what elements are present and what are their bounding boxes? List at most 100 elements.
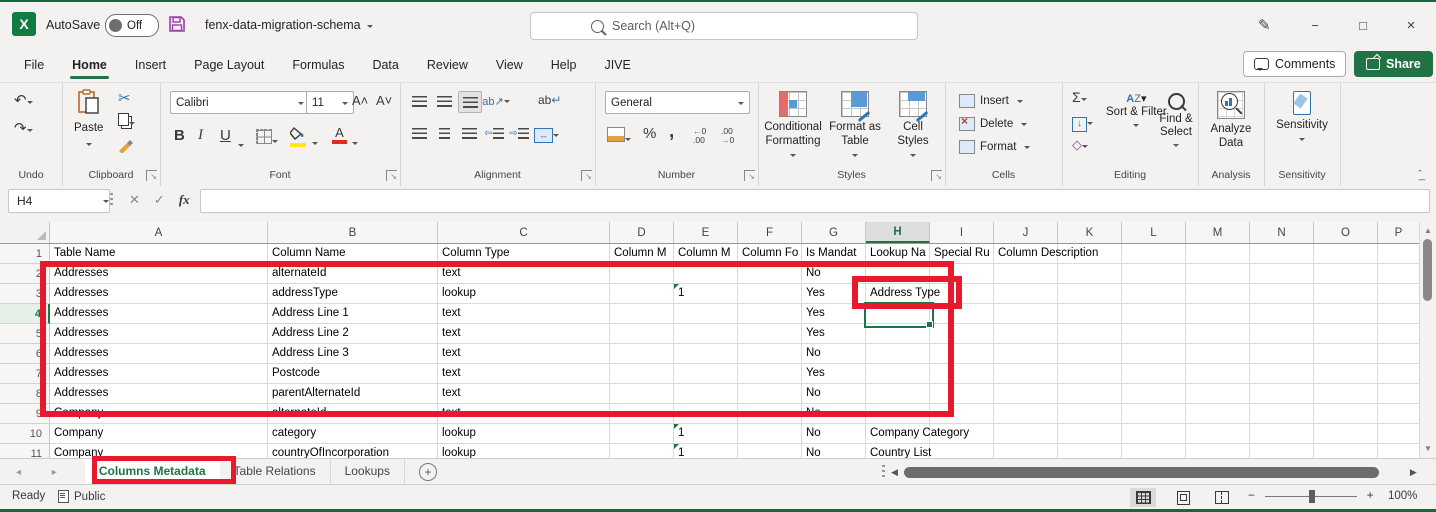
cell-L7[interactable] [1122,364,1186,384]
row-header-8[interactable]: 8 [0,384,50,404]
cell-E8[interactable] [674,384,738,404]
cell-J8[interactable] [994,384,1058,404]
cell-N5[interactable] [1250,324,1314,344]
cell-K8[interactable] [1058,384,1122,404]
cell-B2[interactable]: alternateId [268,264,438,284]
cell-J6[interactable] [994,344,1058,364]
cell-D8[interactable] [610,384,674,404]
cell-P3[interactable] [1378,284,1420,304]
cell-A6[interactable]: Addresses [50,344,268,364]
copy-button[interactable] [118,113,135,131]
cell-L11[interactable] [1122,444,1186,458]
bold-button[interactable]: B [174,127,185,144]
column-header-J[interactable]: J [994,222,1058,243]
cell-H11[interactable]: Country List [866,444,930,458]
cell-P9[interactable] [1378,404,1420,424]
cell-D5[interactable] [610,324,674,344]
cell-N6[interactable] [1250,344,1314,364]
cell-J1[interactable]: Column Description [994,244,1058,264]
cell-E11[interactable]: 1 [674,444,738,458]
align-center-button[interactable] [433,123,455,143]
clear-button[interactable]: ◇ [1072,137,1088,153]
fill-color-button[interactable] [290,127,306,147]
cell-E5[interactable] [674,324,738,344]
cell-G11[interactable]: No [802,444,866,458]
scroll-right-icon[interactable]: ▶ [1404,467,1423,478]
column-header-C[interactable]: C [438,222,610,243]
cell-J10[interactable] [994,424,1058,444]
cell-A8[interactable]: Addresses [50,384,268,404]
tab-page-layout[interactable]: Page Layout [180,48,278,81]
cell-K9[interactable] [1058,404,1122,424]
cell-O6[interactable] [1314,344,1378,364]
cancel-entry-icon[interactable]: ✕ [129,192,140,208]
cell-F5[interactable] [738,324,802,344]
cut-button[interactable]: ✂ [118,89,131,107]
orientation-button[interactable]: ab↗ [485,91,507,111]
cell-F6[interactable] [738,344,802,364]
scroll-left-icon[interactable]: ◀ [885,467,904,478]
increase-decimal-button[interactable]: ←0.00 [693,127,706,146]
cell-I7[interactable] [930,364,994,384]
bottom-align-button[interactable] [458,91,482,113]
cell-H6[interactable] [866,344,930,364]
cell-O8[interactable] [1314,384,1378,404]
cell-N3[interactable] [1250,284,1314,304]
cell-I5[interactable] [930,324,994,344]
vertical-scrollbar[interactable]: ▲ ▼ [1419,222,1436,458]
cell-N4[interactable] [1250,304,1314,324]
column-header-H[interactable]: H [866,222,930,243]
cell-A5[interactable]: Addresses [50,324,268,344]
cell-G7[interactable]: Yes [802,364,866,384]
cell-C3[interactable]: lookup [438,284,610,304]
close-button[interactable]: × [1396,12,1426,38]
conditional-formatting-button[interactable]: Conditional Formatting [762,91,824,162]
font-size-select[interactable]: 11 [306,91,354,114]
cell-H1[interactable]: Lookup Na [866,244,930,264]
cell-E3[interactable]: 1 [674,284,738,304]
cell-M8[interactable] [1186,384,1250,404]
find-select-button[interactable]: Find & Select [1154,93,1198,153]
align-right-button[interactable] [458,123,480,143]
zoom-out-icon[interactable]: − [1248,490,1255,502]
cell-P5[interactable] [1378,324,1420,344]
cell-G10[interactable]: No [802,424,866,444]
cell-O1[interactable] [1314,244,1378,264]
cell-B6[interactable]: Address Line 3 [268,344,438,364]
decrease-indent-button[interactable]: ⇦ [483,123,505,143]
cell-E2[interactable] [674,264,738,284]
cell-G2[interactable]: No [802,264,866,284]
row-header-7[interactable]: 7 [0,364,50,384]
cell-G6[interactable]: No [802,344,866,364]
cell-M6[interactable] [1186,344,1250,364]
cell-D9[interactable] [610,404,674,424]
row-header-4[interactable]: 4 [0,304,50,324]
underline-dropdown-icon[interactable] [238,135,244,153]
alignment-dialog-launcher[interactable]: ↘ [581,170,592,181]
namebox-resize-handle[interactable] [110,193,113,207]
cell-B7[interactable]: Postcode [268,364,438,384]
tab-help[interactable]: Help [537,48,591,81]
cell-N9[interactable] [1250,404,1314,424]
cell-P10[interactable] [1378,424,1420,444]
format-cells-button[interactable]: Format [959,135,1030,158]
zoom-slider[interactable] [1265,496,1357,497]
page-layout-view-button[interactable] [1170,488,1196,507]
cell-O2[interactable] [1314,264,1378,284]
row-header-3[interactable]: 3 [0,284,50,304]
column-header-I[interactable]: I [930,222,994,243]
row-header-11[interactable]: 11 [0,444,50,458]
cell-O3[interactable] [1314,284,1378,304]
cell-K4[interactable] [1058,304,1122,324]
cell-E1[interactable]: Column M [674,244,738,264]
format-painter-button[interactable] [118,139,134,158]
cell-M5[interactable] [1186,324,1250,344]
cell-K7[interactable] [1058,364,1122,384]
cell-I8[interactable] [930,384,994,404]
italic-button[interactable]: I [198,127,203,144]
clipboard-dialog-launcher[interactable]: ↘ [146,170,157,181]
cell-H9[interactable] [866,404,930,424]
cell-C7[interactable]: text [438,364,610,384]
column-header-E[interactable]: E [674,222,738,243]
cell-B8[interactable]: parentAlternateId [268,384,438,404]
